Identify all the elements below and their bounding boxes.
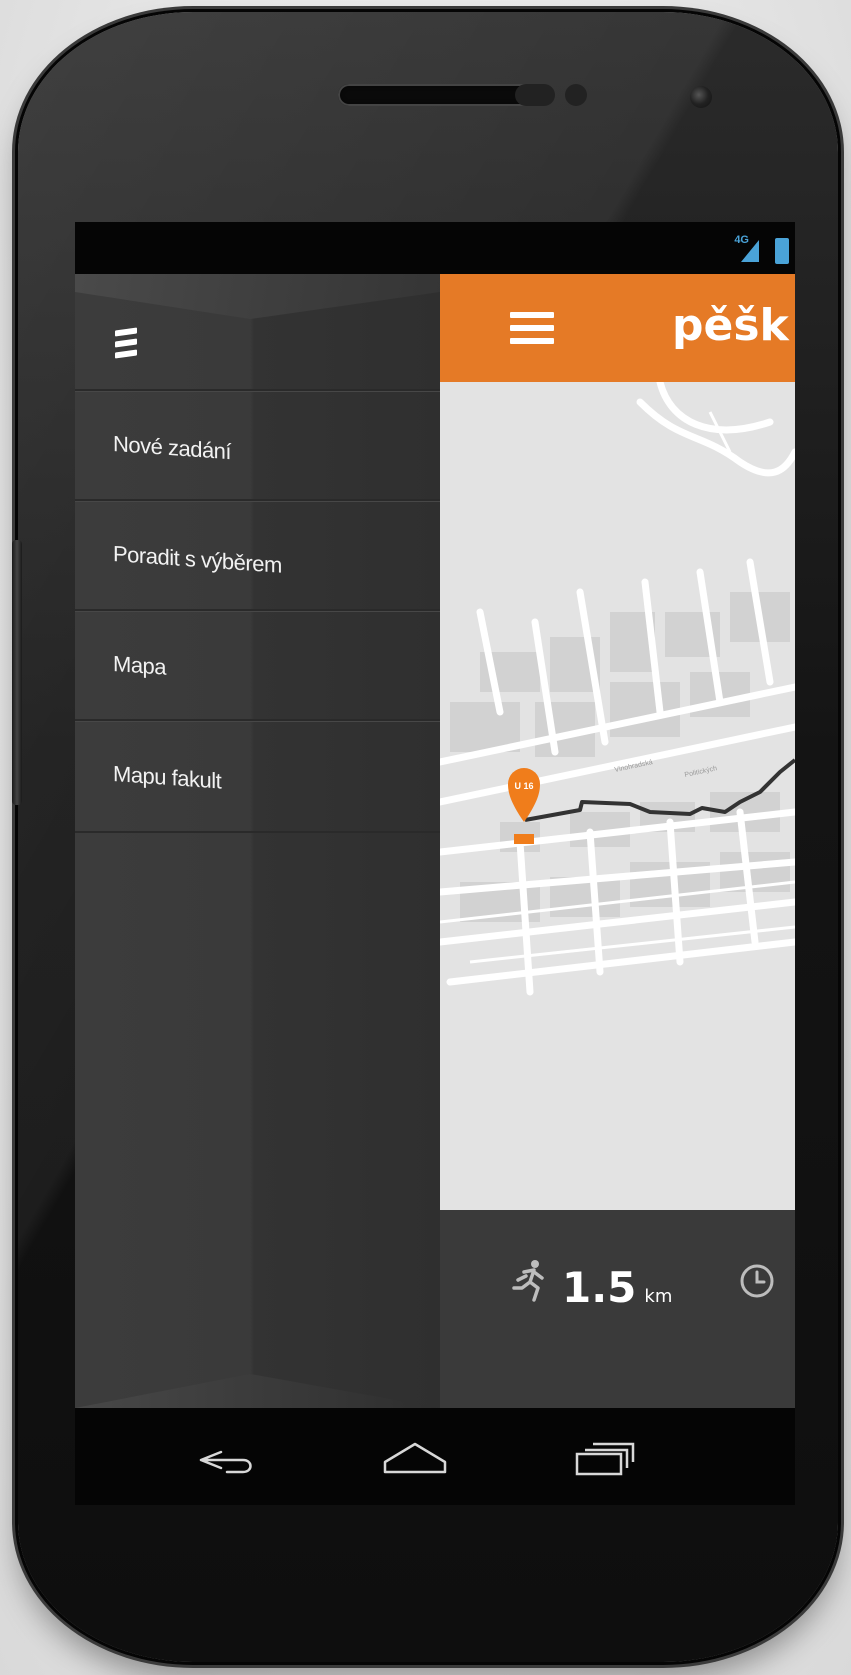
drawer-item-new-task[interactable]: Nové zadání — [75, 389, 440, 501]
main-content: pěšk Vinohradská Politických U 16 1.5 km — [440, 274, 795, 1408]
system-nav-bar — [75, 1408, 795, 1505]
drawer-fold-top — [75, 274, 440, 319]
volume-button — [12, 540, 22, 805]
distance-value: 1.5 — [562, 1263, 637, 1312]
back-icon[interactable] — [187, 1428, 267, 1488]
drawer-item-label: Mapu fakult — [113, 761, 222, 794]
front-camera — [690, 86, 712, 108]
proximity-sensor — [515, 84, 555, 106]
marker-label: U 16 — [514, 781, 533, 791]
signal-icon — [741, 240, 759, 262]
map-canvas: Vinohradská Politických U 16 — [440, 378, 795, 1210]
clock-icon — [740, 1264, 774, 1298]
status-bar: 4G — [75, 222, 795, 274]
route-map[interactable]: Vinohradská Politických U 16 — [440, 378, 795, 1210]
drawer-item-label: Nové zadání — [113, 431, 232, 465]
distance-display: 1.5 km — [510, 1258, 672, 1312]
hamburger-menu-icon[interactable] — [510, 312, 554, 346]
earpiece-speaker — [338, 84, 536, 106]
drawer-fold-bottom — [75, 1374, 440, 1408]
distance-unit: km — [644, 1286, 673, 1307]
destination-marker — [514, 834, 534, 844]
drawer-item-advise[interactable]: Poradit s výběrem — [75, 499, 440, 611]
drawer-menu-icon[interactable] — [115, 327, 137, 365]
runner-icon — [512, 1260, 544, 1302]
app-bar: pěšk — [440, 274, 795, 382]
navigation-drawer: Nové zadání Poradit s výběrem Mapa Mapu … — [75, 274, 440, 1408]
battery-icon — [775, 238, 789, 264]
drawer-item-label: Mapa — [113, 651, 167, 680]
drawer-item-map[interactable]: Mapa — [75, 609, 440, 721]
home-icon[interactable] — [375, 1428, 455, 1488]
app-title: pěšk — [672, 300, 789, 351]
recent-apps-icon[interactable] — [565, 1428, 645, 1488]
background: 4G Nové zadání Poradit s výběrem Mapa Ma… — [0, 0, 851, 1675]
drawer-item-faculty-map[interactable]: Mapu fakult — [75, 719, 440, 833]
route-summary-bar: 1.5 km — [440, 1210, 795, 1408]
screen: 4G Nové zadání Poradit s výběrem Mapa Ma… — [75, 222, 795, 1505]
light-sensor — [565, 84, 587, 106]
drawer-item-label: Poradit s výběrem — [113, 541, 282, 578]
